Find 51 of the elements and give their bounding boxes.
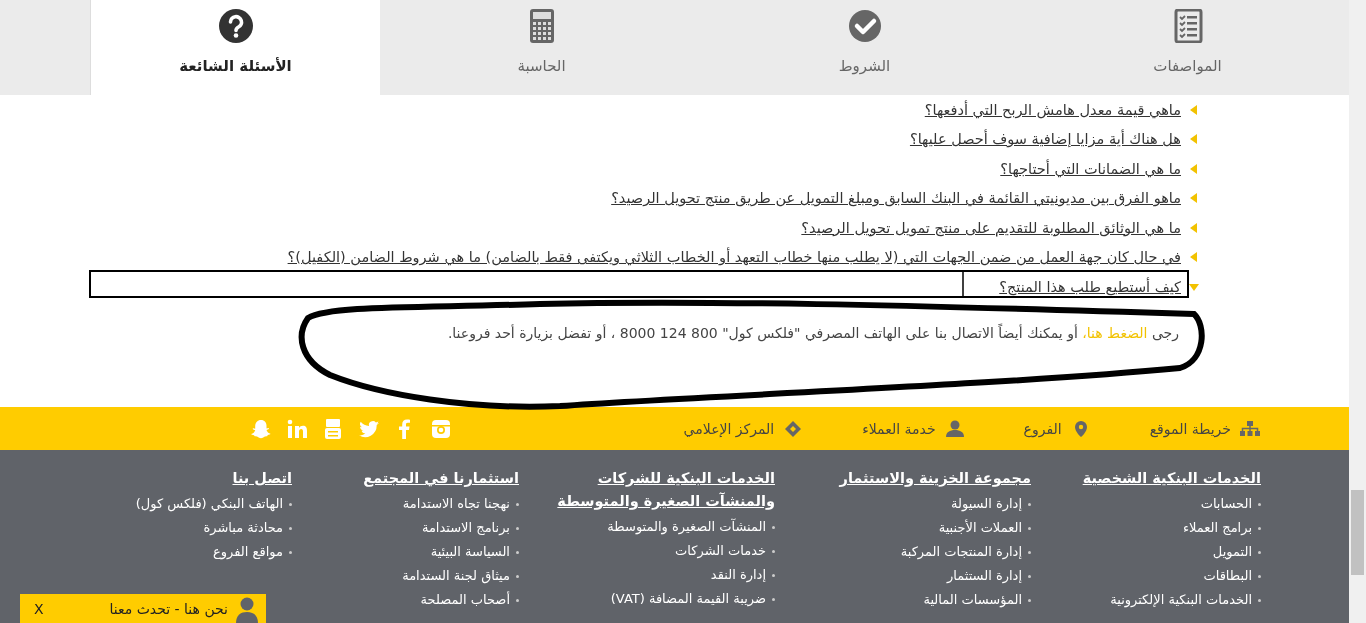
faq-question[interactable]: كيف أستطيع طلب هذا المنتج؟ [999, 278, 1181, 295]
footer-link[interactable]: إدارة المنتجات المركبة [775, 540, 1031, 564]
footer-link[interactable]: المركز الإعلامي [683, 419, 805, 438]
footer-link[interactable]: محادثة مباشرة [135, 516, 292, 540]
footer-link[interactable]: ضريبة القيمة المضافة (VAT) [519, 587, 775, 611]
footer-link[interactable]: المؤسسات المالية [775, 588, 1031, 612]
video-icon[interactable] [322, 417, 344, 440]
faq-question[interactable]: ما هي الوثائق المطلوبة للتقديم على منتج تمويل تحويل الرصيد؟ [801, 219, 1181, 236]
footer-heading[interactable]: اتصل بنا [135, 467, 292, 490]
instagram-icon[interactable] [430, 417, 452, 440]
tab[interactable]: الأسئلة الشائعة [90, 0, 380, 95]
footer-link[interactable]: الحسابات [1031, 492, 1261, 516]
faq-question[interactable]: هل هناك أية مزايا إضافية سوف أحصل عليها؟ [909, 131, 1181, 148]
footer-link[interactable]: المنشآت الصغيرة والمتوسطة [519, 515, 775, 539]
footer-link[interactable]: خريطة الموقع [1149, 419, 1261, 438]
faq-question[interactable]: ما هي الضمانات التي أحتاجها؟ [1000, 160, 1181, 177]
footer-link[interactable]: مواقع الفروع [135, 540, 292, 564]
faq-answer: رجى الضغط هنا، أو يمكنك أيضاً الاتصال بنا على الهاتف المصرفي "فلكس كول" 800 124 8000 ، أو تفضل بزيارة أحد فروعنا. [446, 322, 1180, 341]
scrollbar-thumb[interactable] [1351, 490, 1364, 575]
footer-link[interactable]: الفروع [1023, 419, 1092, 438]
question-icon [218, 9, 253, 43]
checkmark-circle-icon [847, 9, 882, 43]
sitemap-icon [1239, 419, 1261, 438]
footer-link[interactable]: إدارة السيولة [775, 492, 1031, 516]
footer-link[interactable]: الخدمات البنكية الإلكترونية [1031, 588, 1261, 612]
footer-link[interactable]: التمويل [1031, 540, 1261, 564]
footer-link[interactable]: نهجنا تجاه الاستدامة [292, 492, 519, 516]
close-button[interactable]: X [34, 600, 44, 617]
footer-link[interactable]: الهاتف البنكي (فلكس كول) [135, 492, 292, 516]
footer-link[interactable]: العملات الأجنبية [775, 516, 1031, 540]
footer-heading[interactable]: الخدمات البنكية للشركات والمنشآت الصغيرة والمتوسطة [525, 467, 775, 513]
footer-link[interactable]: خدمات الشركات [519, 539, 775, 563]
faq-question[interactable]: ماهو الفرق بين مديونيتي القائمة في البنك السابق ومبلغ التمويل عن طريق منتج تحويل الرصيد؟ [611, 190, 1181, 207]
footer-link[interactable]: إدارة الستثمار [775, 564, 1031, 588]
faq-question[interactable]: ماهي قيمة معدل هامش الربح التي أدفعها؟ [924, 101, 1181, 118]
footer-heading[interactable]: مجموعة الخزينة والاستثمار [781, 467, 1031, 490]
footer-link[interactable]: البطاقات [1031, 564, 1261, 588]
footer-link[interactable]: إدارة النقد [519, 563, 775, 587]
footer-link[interactable]: السياسة البيئية [292, 540, 519, 564]
footer-link[interactable]: برنامج الاستدامة [292, 516, 519, 540]
footer-link[interactable]: ميثاق لجنة الستدامة [292, 564, 519, 588]
person-icon [943, 419, 966, 438]
footer-link[interactable]: أصحاب المصلحة [292, 588, 519, 612]
faq-question[interactable]: في حال كان جهة العمل من ضمن الجهات التي (لا يطلب منها خطاب التعهد أو الخطاب الثلاثي ويكتفى فقط بالضامن) ما هي شروط الضامن (الكفيل)؟ [287, 249, 1181, 266]
footer-link[interactable]: خدمة العملاء [862, 419, 966, 438]
footer-heading[interactable]: الخدمات البنكية الشخصية [1031, 467, 1261, 490]
linkedin-icon[interactable] [286, 417, 308, 440]
footer-heading[interactable]: استثمارنا في المجتمع [292, 467, 519, 490]
footer-link[interactable]: برامج العملاء [1031, 516, 1261, 540]
ghost-icon[interactable] [250, 417, 272, 440]
chat-label[interactable]: نحن هنا - تحدث معنا [109, 600, 228, 617]
